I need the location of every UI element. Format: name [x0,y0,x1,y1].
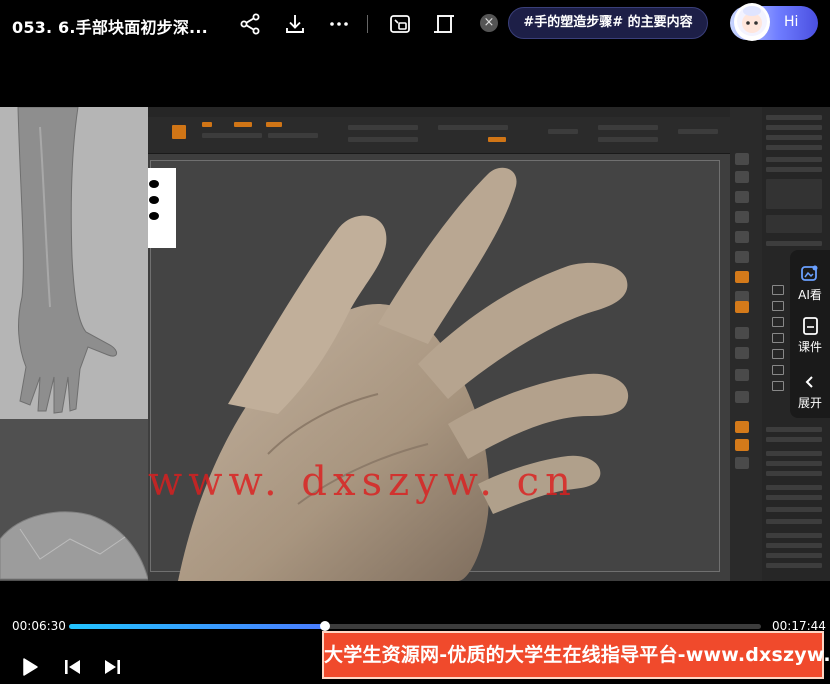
video-title: 053. 6.手部块面初步深... [12,18,208,37]
chevron-left-icon [805,376,813,388]
app-toolbar [148,117,730,154]
side-item-label: AI看 [798,288,822,302]
assistant-label: Hi [784,14,799,30]
overlay-card [148,168,176,248]
reference-panel [0,107,149,581]
side-item-label: 展开 [797,396,822,410]
sculpt-canvas[interactable] [148,154,730,581]
side-item-ai-watch[interactable]: AI看 [790,264,830,303]
previous-icon[interactable] [62,656,84,678]
sculpt-viewport-window [148,107,730,581]
more-icon[interactable] [327,12,351,36]
reference-sphere-image [0,419,149,581]
play-icon[interactable] [18,656,40,678]
side-panel: AI看 课件 展开 [790,250,830,418]
download-icon[interactable] [283,12,307,36]
site-watermark: www. dxszyw. cn [148,459,577,505]
reference-arm-image [0,107,148,419]
assistant-avatar [734,3,770,41]
current-time: 00:06:30 [12,619,66,633]
close-icon[interactable]: × [480,14,498,32]
assistant-button[interactable]: Hi [730,3,818,41]
hand-sculpt-model [178,167,629,581]
share-icon[interactable] [238,12,262,36]
ai-watch-icon [801,265,818,281]
video-player[interactable]: www. dxszyw. cn [0,107,830,581]
picture-in-picture-icon[interactable] [388,12,412,36]
ai-query-chip[interactable]: #手的塑造步骤# 的主要内容 [508,7,708,39]
progress-bar[interactable] [69,621,761,631]
next-icon[interactable] [101,656,123,678]
side-item-label: 课件 [797,340,822,354]
courseware-icon [803,317,818,335]
side-item-courseware[interactable]: 课件 [790,316,830,355]
progress-handle[interactable] [320,621,331,631]
promo-banner[interactable]: 大学生资源网-优质的大学生在线指导平台-www.dxszyw.cn [322,631,830,679]
app-menubar [148,107,730,117]
side-item-expand[interactable]: 展开 [790,372,830,411]
toolbar-divider [367,15,368,33]
progress-played [69,624,326,629]
tool-shelf [730,107,762,581]
top-bar: 053. 6.手部块面初步深... × #手的塑造步骤# 的主要内容 Hi [0,0,830,48]
fullscreen-icon[interactable] [432,12,456,36]
